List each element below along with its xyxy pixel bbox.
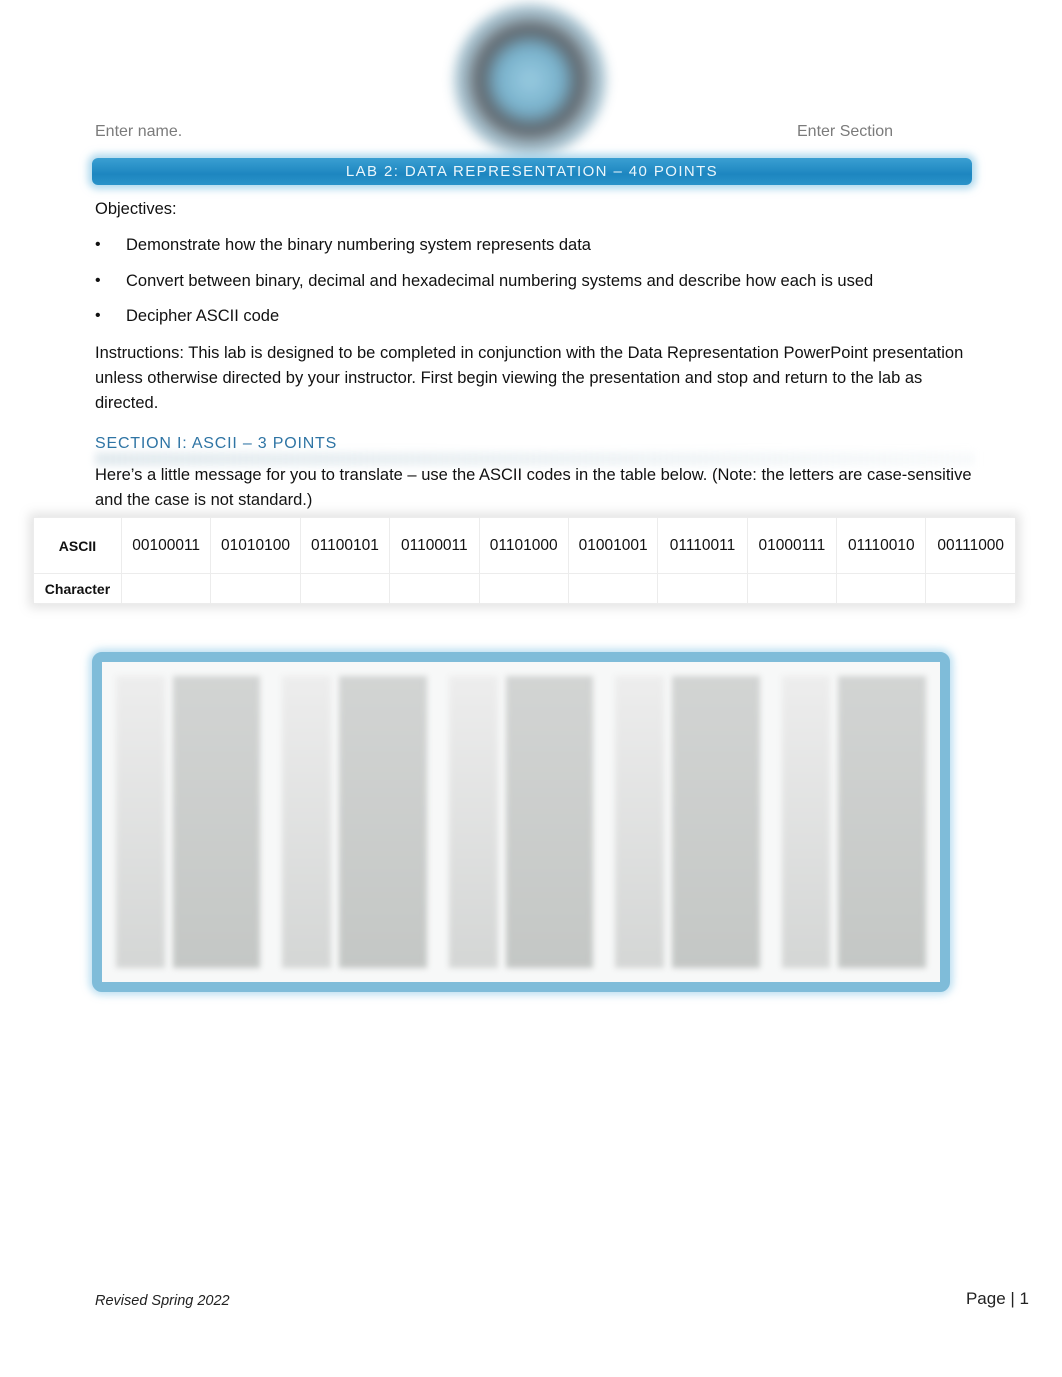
lab-title-banner: LAB 2: DATA REPRESENTATION – 40 POINTS [92,158,972,185]
bullet-icon: • [95,271,101,289]
ascii-code-cell: 01100101 [299,517,391,574]
row-label-character: Character [33,573,122,604]
ascii-code-cell: 01001001 [567,517,659,574]
lab-title: LAB 2: DATA REPRESENTATION – 40 POINTS [345,163,719,180]
section-heading: SECTION I: ASCII – 3 POINTS [95,435,338,452]
ascii-code-cell: 00100011 [120,517,212,574]
ascii-code-cell: 01010100 [210,517,301,574]
ascii-code-cell: 01110011 [657,517,748,574]
ascii-reference-image [92,652,950,992]
character-answer-cell[interactable] [210,573,301,604]
character-answer-cell[interactable] [478,573,569,604]
instructions-paragraph: Instructions: This lab is designed to be… [95,344,964,412]
character-answer-cell[interactable] [120,573,212,604]
objectives-list: • Demonstrate how the binary numbering sy… [95,236,995,343]
character-answer-cell[interactable] [299,573,391,604]
ascii-code-cell: 01101000 [478,517,569,574]
translate-prompt: Here’s a little message for you to trans… [95,466,972,509]
character-answer-cell[interactable] [746,573,838,604]
objective-item: • Decipher ASCII code [95,307,995,343]
objective-item: • Convert between binary, decimal and hex… [95,272,995,308]
college-seal-logo [455,5,605,155]
ascii-code-cell: 01000111 [746,517,838,574]
reference-column [615,676,760,968]
objective-item: • Demonstrate how the binary numbering sy… [95,236,995,272]
reference-column [282,676,427,968]
section-field[interactable]: Enter Section [797,123,893,141]
character-answer-cell[interactable] [567,573,659,604]
ascii-code-cell: 01110010 [836,517,927,574]
character-answer-cell[interactable] [925,573,1016,604]
character-answer-cell[interactable] [389,573,480,604]
character-row: Character [33,573,1016,604]
page-number: Page | 1 [965,1289,1029,1308]
bullet-icon: • [95,307,101,324]
objectives-heading: Objectives: [95,200,177,218]
ascii-code-cell: 00111000 [925,517,1016,574]
character-answer-cell[interactable] [836,573,927,604]
row-label-ascii: ASCII [33,517,122,574]
ascii-code-cell: 01100011 [389,517,480,574]
revision-note: Revised Spring 2022 [95,1293,230,1309]
ascii-translation-table: ASCII 00100011 01010100 01100101 0110001… [33,517,1016,604]
ascii-reference-columns [116,676,927,968]
bullet-icon: • [95,236,101,253]
name-field[interactable]: Enter name. [95,123,182,141]
character-answer-cell[interactable] [657,573,748,604]
reference-column [448,676,594,968]
ascii-row: ASCII 00100011 01010100 01100101 0110001… [33,517,1016,574]
reference-column [116,676,261,968]
reference-column [781,676,927,968]
